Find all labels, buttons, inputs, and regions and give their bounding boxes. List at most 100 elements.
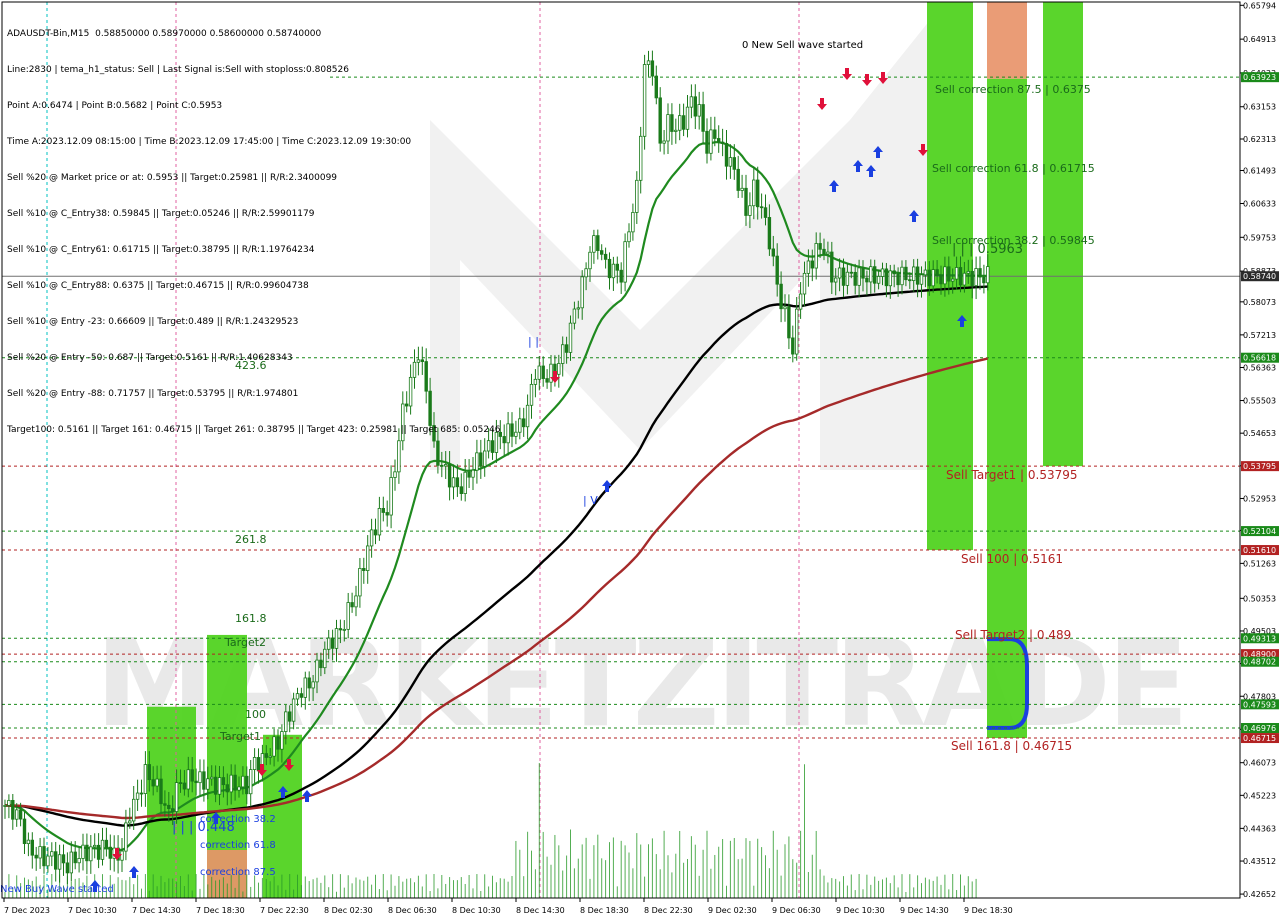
x-tick-label: 7 Dec 22:30 <box>260 906 309 915</box>
candle-body <box>740 187 744 191</box>
x-tick-label: 7 Dec 14:30 <box>132 906 181 915</box>
candle-body <box>756 179 760 208</box>
candle-body <box>834 277 838 283</box>
price-tag-label: 0.53795 <box>1243 462 1276 471</box>
candle-body <box>600 250 604 255</box>
annotation-label: Sell 100 | 0.5161 <box>961 552 1063 566</box>
price-tag-label: 0.58740 <box>1243 272 1276 281</box>
candle-body <box>670 114 674 132</box>
candle-body <box>151 779 155 787</box>
candle-body <box>522 418 526 428</box>
candle-body <box>853 271 857 286</box>
candle-body <box>818 243 822 250</box>
y-tick-label: 0.45223 <box>1243 791 1276 800</box>
candle-body <box>342 628 346 631</box>
annotation-label: Target2 <box>224 636 266 649</box>
price-tag-label: 0.52104 <box>1243 527 1276 536</box>
candle-body <box>752 179 756 207</box>
candle-body <box>365 545 370 571</box>
y-tick-label: 0.42652 <box>1243 890 1276 899</box>
candle-body <box>221 777 226 786</box>
y-tick-label: 0.56363 <box>1243 364 1276 373</box>
candle-body <box>615 263 619 271</box>
candle-body <box>717 138 721 143</box>
candle-body <box>280 731 284 750</box>
info-line: Sell %10 @ C_Entry38: 0.59845 || Target:… <box>7 209 315 219</box>
candle-body <box>861 267 865 279</box>
candle-body <box>319 659 323 669</box>
candle-body <box>73 851 77 864</box>
candle-body <box>767 217 772 250</box>
candle-body <box>720 141 725 144</box>
annotation-label: | | <box>528 335 539 348</box>
candle-body <box>57 854 62 870</box>
candle-body <box>728 157 733 167</box>
info-line: Sell %20 @ Entry -50: 0.687 || Target:0.… <box>7 353 293 363</box>
candle-body <box>272 736 276 757</box>
candle-body <box>603 253 608 260</box>
candle-body <box>646 60 651 65</box>
candle-body <box>451 477 456 488</box>
candle-body <box>900 266 904 286</box>
x-tick-label: 7 Dec 10:30 <box>68 906 117 915</box>
candle-body <box>147 764 151 781</box>
candle-body <box>330 637 335 649</box>
candle-body <box>795 308 799 355</box>
candle-body <box>701 104 705 132</box>
candle-body <box>986 266 990 284</box>
candle-body <box>198 771 202 784</box>
candle-body <box>54 851 58 870</box>
candle-body <box>841 267 846 286</box>
candle-body <box>951 278 955 282</box>
candle-body <box>810 260 814 269</box>
target-zone <box>987 2 1027 79</box>
candle-body <box>510 423 514 437</box>
candle-body <box>217 777 222 795</box>
candle-body <box>705 130 709 154</box>
info-line: Line:2830 | tema_h1_status: Sell | Last … <box>7 65 349 75</box>
candle-body <box>592 235 596 253</box>
annotation-label: Sell 161.8 | 0.46715 <box>951 739 1072 753</box>
candle-body <box>471 469 475 478</box>
candle-body <box>245 775 249 795</box>
candle-body <box>81 844 85 859</box>
info-line: Sell %10 @ C_Entry61: 0.61715 || Target:… <box>7 245 315 255</box>
candle-body <box>96 844 101 860</box>
candle-body <box>287 711 292 722</box>
candle-body <box>611 263 616 279</box>
candle-body <box>798 293 803 310</box>
candle-body <box>46 855 50 867</box>
candle-body <box>178 782 183 784</box>
candle-body <box>182 782 187 790</box>
candle-body <box>338 628 343 631</box>
candle-body <box>642 64 647 137</box>
info-line: Sell %10 @ Entry -23: 0.66609 || Target:… <box>7 317 299 327</box>
candle-body <box>256 757 261 772</box>
candle-body <box>167 804 171 810</box>
candle-body <box>69 851 73 874</box>
candle-body <box>919 274 924 285</box>
candle-body <box>650 60 655 77</box>
candle-body <box>674 129 678 132</box>
y-tick-label: 0.50353 <box>1243 594 1276 603</box>
candle-body <box>572 308 577 324</box>
info-line: Time A:2023.12.09 08:15:00 | Time B:2023… <box>7 137 412 147</box>
candle-body <box>697 104 701 117</box>
candle-body <box>584 268 588 278</box>
y-tick-label: 0.59753 <box>1243 233 1276 242</box>
candle-body <box>206 778 210 790</box>
candle-body <box>202 771 206 790</box>
candle-body <box>475 452 479 471</box>
candle-body <box>533 378 538 385</box>
info-line: Sell %20 @ Entry -88: 0.71757 || Target:… <box>7 389 299 399</box>
candle-body <box>654 75 658 99</box>
candle-body <box>455 477 460 488</box>
candle-body <box>323 648 327 669</box>
y-tick-label: 0.43512 <box>1243 857 1276 866</box>
candle-body <box>791 337 795 355</box>
candle-body <box>373 529 378 536</box>
info-line: Point A:0.6474 | Point B:0.5682 | Point … <box>7 101 223 111</box>
candle-body <box>783 306 787 310</box>
candle-body <box>837 267 842 279</box>
candle-body <box>623 241 627 283</box>
